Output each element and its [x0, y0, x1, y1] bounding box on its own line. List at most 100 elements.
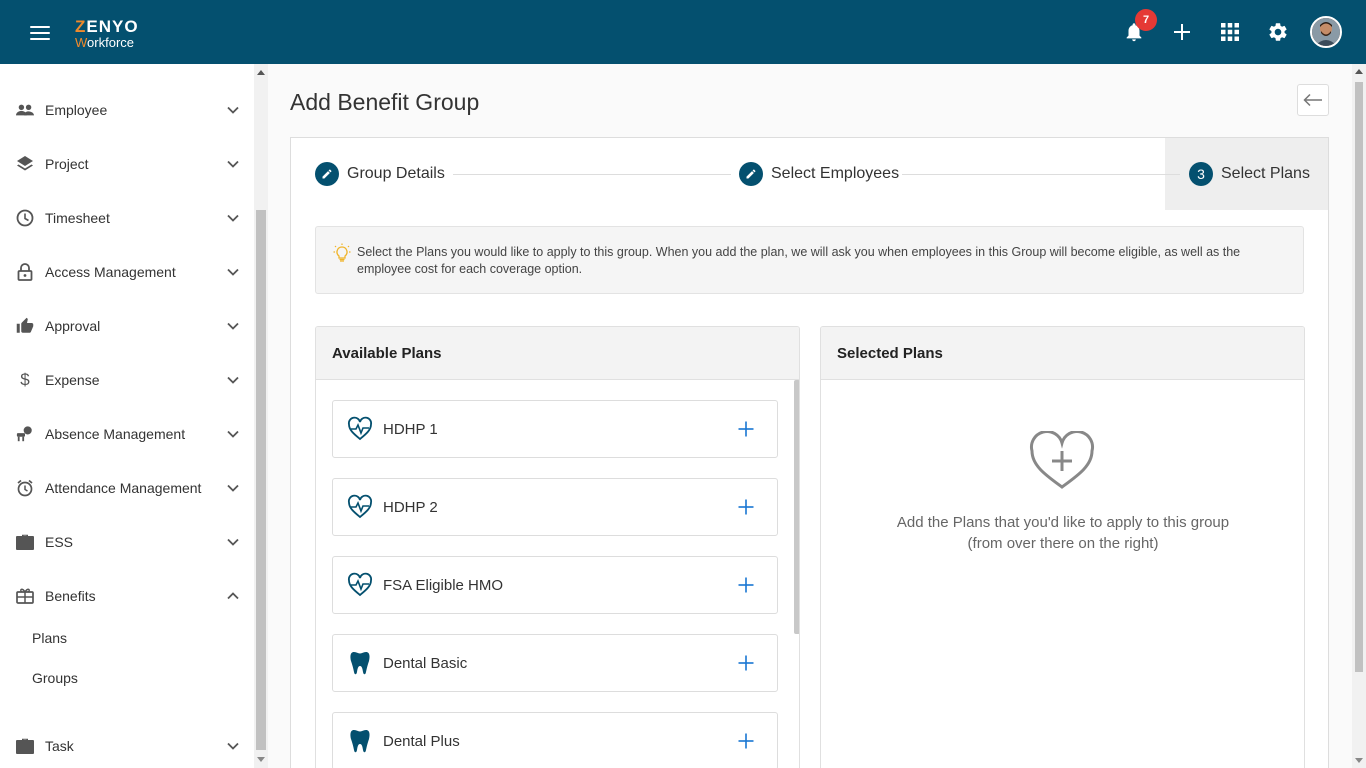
menu-icon[interactable] [30, 26, 50, 40]
notification-badge: 7 [1135, 9, 1157, 31]
briefcase-icon [16, 533, 34, 551]
chevron-down-icon [227, 268, 239, 276]
page-scrollbar[interactable] [1352, 64, 1366, 768]
heart-pulse-icon [348, 416, 372, 441]
sidebar-item-label: Attendance Management [45, 480, 202, 496]
scrollbar-thumb[interactable] [256, 210, 266, 750]
edit-icon [739, 162, 763, 186]
step-label: Select Employees [771, 165, 900, 182]
lightbulb-icon [333, 243, 351, 262]
apps-grid-icon[interactable] [1218, 20, 1242, 44]
stepper: Group Details Select Employees 3 Select … [291, 138, 1328, 210]
plan-card-dental-basic[interactable]: Dental Basic [332, 634, 778, 692]
sidebar-item-project[interactable]: Project [0, 137, 254, 191]
plan-card-fsa-eligible-hmo[interactable]: FSA Eligible HMO [332, 556, 778, 614]
plan-name: Dental Basic [383, 655, 468, 672]
alarm-icon [16, 479, 34, 497]
scroll-up-arrow[interactable] [257, 70, 265, 75]
sidebar-item-benefits[interactable]: Benefits [0, 569, 254, 623]
step-connector [902, 174, 1180, 175]
sidebar-item-ess[interactable]: ESS [0, 515, 254, 569]
plan-name: FSA Eligible HMO [383, 577, 504, 594]
clock-icon [16, 209, 34, 227]
add-plan-button[interactable] [737, 576, 755, 594]
sidebar-item-employee[interactable]: Employee [0, 83, 254, 137]
scroll-down-arrow[interactable] [257, 757, 265, 762]
empty-state-text: Add the Plans that you'd like to apply t… [896, 514, 1230, 552]
selected-plans-panel: Selected Plans Add the Plans that you'd … [820, 326, 1305, 768]
arrow-left-icon [1303, 93, 1322, 107]
edit-icon [315, 162, 339, 186]
avatar[interactable] [1310, 16, 1342, 48]
plans-scrollbar-thumb[interactable] [794, 380, 799, 634]
chevron-down-icon [227, 484, 239, 492]
tooth-icon [350, 652, 370, 675]
sidebar-item-label: Absence Management [45, 426, 186, 442]
available-plans-panel: Available Plans HDHP 1 HDHP 2 FSA Eligib… [315, 326, 800, 768]
back-button[interactable] [1297, 84, 1329, 116]
page-title: Add Benefit Group [290, 89, 480, 115]
step-select-employees[interactable]: Select Employees [739, 162, 899, 186]
chevron-down-icon [227, 430, 239, 438]
step-label: Select Plans [1221, 165, 1310, 182]
sidebar-item-absence-management[interactable]: Absence Management [0, 407, 254, 461]
plan-name: Dental Plus [383, 733, 460, 750]
app-logo[interactable]: ZENYO Workforce [75, 18, 139, 49]
scroll-up-arrow[interactable] [1355, 69, 1363, 74]
sidebar-item-task[interactable]: Task [0, 719, 254, 768]
plan-card-hdhp-1[interactable]: HDHP 1 [332, 400, 778, 458]
wizard-card: Group Details Select Employees 3 Select … [290, 137, 1329, 768]
plus-icon[interactable] [1170, 20, 1194, 44]
chevron-down-icon [227, 214, 239, 222]
briefcase-icon [16, 737, 34, 755]
heart-plus-icon [1029, 431, 1095, 489]
scroll-down-arrow[interactable] [1355, 758, 1363, 763]
layers-icon [16, 155, 34, 173]
chevron-down-icon [227, 376, 239, 384]
step-group-details[interactable]: Group Details [315, 162, 445, 186]
sidebar-item-attendance-management[interactable]: Attendance Management [0, 461, 254, 515]
absence-icon [16, 425, 34, 443]
add-plan-button[interactable] [737, 654, 755, 672]
plan-name: HDHP 2 [383, 499, 438, 516]
plan-card-dental-plus[interactable]: Dental Plus [332, 712, 778, 768]
heart-pulse-icon [348, 494, 372, 519]
sidebar-subitem-plans[interactable]: Plans [32, 630, 67, 646]
sidebar-subitem-groups[interactable]: Groups [32, 670, 78, 686]
sidebar-item-label: Benefits [45, 588, 96, 604]
chevron-down-icon [227, 322, 239, 330]
gift-icon [16, 587, 34, 605]
sidebar-item-approval[interactable]: Approval [0, 299, 254, 353]
add-plan-button[interactable] [737, 498, 755, 516]
sidebar-item-label: Approval [45, 318, 101, 334]
thumbs-up-icon [16, 317, 34, 335]
chevron-down-icon [227, 160, 239, 168]
add-plan-button[interactable] [737, 420, 755, 438]
top-app-bar: ZENYO Workforce 7 [0, 0, 1366, 64]
sidebar-item-expense[interactable]: $ Expense [0, 353, 254, 407]
chevron-down-icon [227, 742, 239, 750]
sidebar-item-access-management[interactable]: Access Management [0, 245, 254, 299]
plan-name: HDHP 1 [383, 421, 438, 438]
step-number: 3 [1189, 162, 1213, 186]
panel-title: Selected Plans [821, 327, 1304, 380]
sidebar-item-label: Project [45, 156, 89, 172]
scrollbar-thumb[interactable] [1355, 82, 1363, 672]
gear-icon[interactable] [1266, 20, 1290, 44]
sidebar-item-timesheet[interactable]: Timesheet [0, 191, 254, 245]
tooth-icon [350, 730, 370, 753]
people-icon [16, 101, 34, 119]
sidebar-item-label: ESS [45, 534, 74, 550]
chevron-down-icon [227, 106, 239, 114]
sidebar-item-label: Timesheet [45, 210, 110, 226]
step-connector [453, 174, 731, 175]
heart-pulse-icon [348, 572, 372, 597]
sidebar-item-label: Task [45, 738, 74, 754]
sidebar-scrollbar[interactable] [254, 64, 268, 768]
sidebar-item-label: Expense [45, 372, 100, 388]
step-select-plans[interactable]: 3 Select Plans [1189, 162, 1310, 186]
sidebar: Employee Project Timesheet Access Manage… [0, 64, 268, 768]
add-plan-button[interactable] [737, 732, 755, 750]
chevron-down-icon [227, 538, 239, 546]
plan-card-hdhp-2[interactable]: HDHP 2 [332, 478, 778, 536]
